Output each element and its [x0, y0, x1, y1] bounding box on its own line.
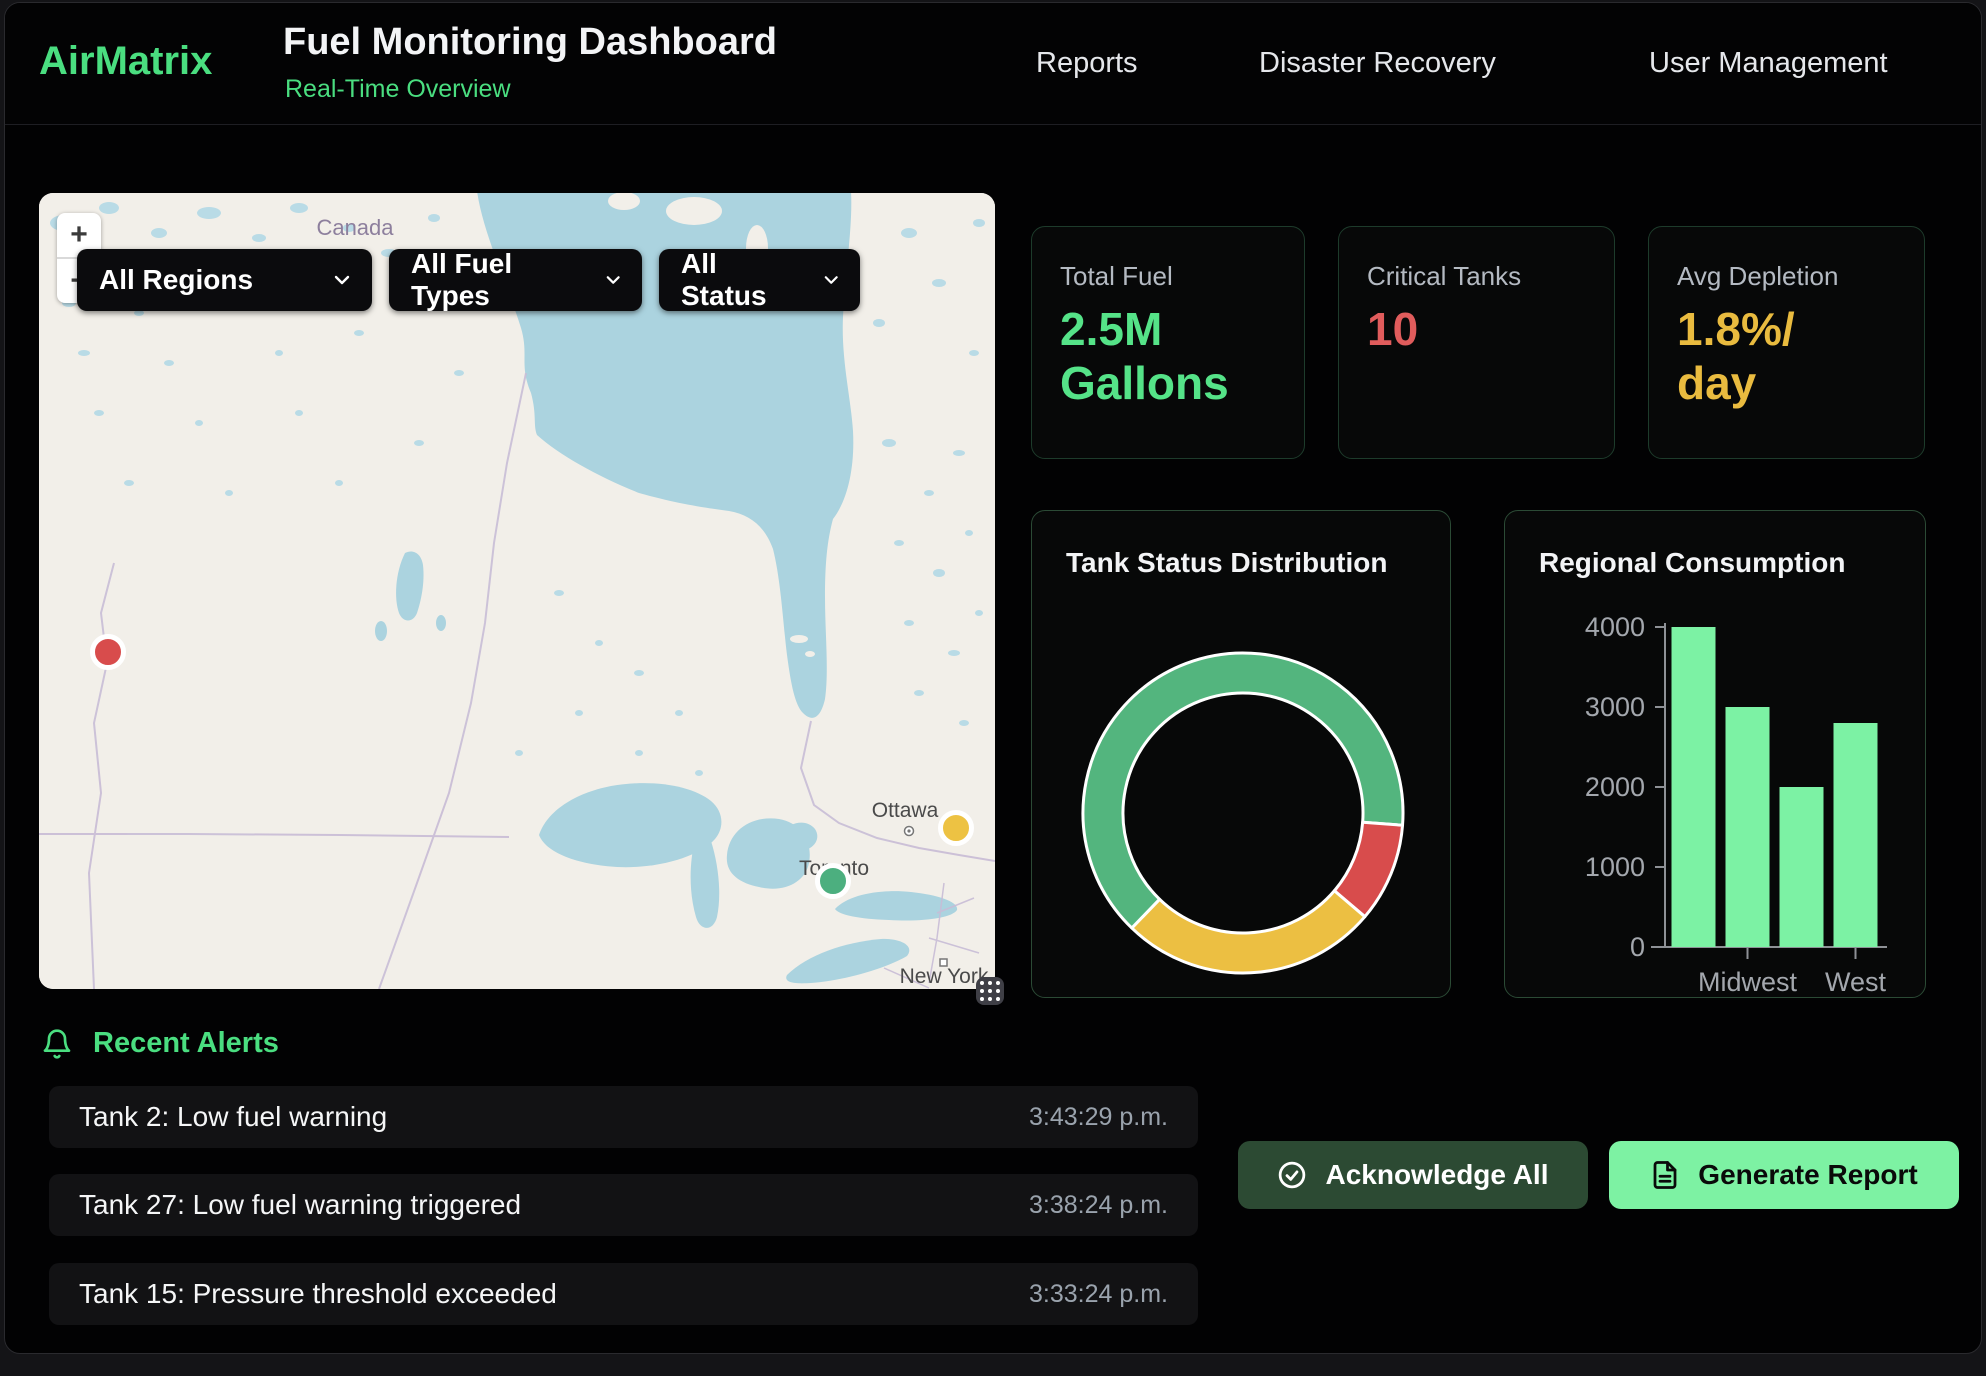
- stat-label: Total Fuel: [1060, 261, 1276, 292]
- region-filter-value: All Regions: [99, 264, 253, 296]
- map-marker-normal[interactable]: [818, 866, 849, 897]
- header: AirMatrix Fuel Monitoring Dashboard Real…: [5, 3, 1981, 125]
- map-island: [790, 635, 808, 643]
- page-subtitle: Real-Time Overview: [285, 75, 511, 104]
- alerts-title: Recent Alerts: [93, 1027, 279, 1060]
- acknowledge-all-label: Acknowledge All: [1325, 1159, 1548, 1191]
- brand-logo[interactable]: AirMatrix: [39, 39, 212, 84]
- dashboard-root: AirMatrix Fuel Monitoring Dashboard Real…: [4, 2, 1982, 1354]
- alerts-header: Recent Alerts: [41, 1027, 279, 1060]
- x-axis-tick-label: West: [1825, 967, 1887, 997]
- y-axis-tick-label: 3000: [1585, 692, 1645, 722]
- fuel-type-filter-dropdown[interactable]: All Fuel Types: [389, 249, 642, 311]
- y-axis-tick-label: 1000: [1585, 852, 1645, 882]
- bar-0[interactable]: [1672, 627, 1716, 947]
- map-drag-handle-icon[interactable]: [976, 977, 1004, 1005]
- alert-timestamp: 3:33:24 p.m.: [1029, 1280, 1168, 1309]
- map-town-dot-ottawa-core: [907, 829, 910, 832]
- stat-value: 10: [1367, 302, 1586, 356]
- stat-value: 1.8%/day: [1677, 302, 1809, 411]
- status-filter-value: All Status: [681, 248, 798, 312]
- y-axis-tick-label: 2000: [1585, 772, 1645, 802]
- map-label-ottawa: Ottawa: [872, 799, 939, 822]
- regional-consumption-card: Regional Consumption 01000200030004000Mi…: [1504, 510, 1926, 998]
- alert-row[interactable]: Tank 27: Low fuel warning triggered 3:38…: [49, 1174, 1198, 1236]
- stat-label: Avg Depletion: [1677, 261, 1896, 292]
- map-island: [805, 651, 815, 657]
- region-filter-dropdown[interactable]: All Regions: [77, 249, 372, 311]
- y-axis-tick-label: 4000: [1585, 612, 1645, 642]
- alert-row[interactable]: Tank 15: Pressure threshold exceeded 3:3…: [49, 1263, 1198, 1325]
- alert-row[interactable]: Tank 2: Low fuel warning 3:43:29 p.m.: [49, 1086, 1198, 1148]
- bar-2[interactable]: [1780, 787, 1824, 947]
- map-filters: All Regions All Fuel Types All Status: [77, 249, 860, 311]
- chevron-down-icon: [824, 275, 838, 285]
- stat-card-total-fuel: Total Fuel 2.5M Gallons: [1031, 226, 1305, 459]
- fuel-type-filter-value: All Fuel Types: [411, 248, 580, 312]
- document-icon: [1650, 1160, 1680, 1190]
- map-marker-warning[interactable]: [941, 813, 972, 844]
- alert-timestamp: 3:43:29 p.m.: [1029, 1103, 1168, 1132]
- bell-icon: [41, 1028, 73, 1060]
- stat-value: 2.5M Gallons: [1060, 302, 1276, 411]
- stat-card-avg-depletion: Avg Depletion 1.8%/day: [1648, 226, 1925, 459]
- map-label-canada: Canada: [316, 215, 394, 240]
- tank-status-card: Tank Status Distribution: [1031, 510, 1451, 998]
- alert-message: Tank 27: Low fuel warning triggered: [79, 1189, 521, 1221]
- tank-status-donut: [1032, 511, 1452, 997]
- acknowledge-all-button[interactable]: Acknowledge All: [1238, 1141, 1588, 1209]
- check-circle-icon: [1277, 1160, 1307, 1190]
- bar-1[interactable]: [1726, 707, 1770, 947]
- x-axis-tick-label: Midwest: [1698, 967, 1798, 997]
- regional-consumption-chart: 0 1000 2000 3000 4000 Midwest West: [1505, 511, 1927, 997]
- y-axis-tick-label: 0: [1630, 932, 1645, 962]
- bar-3[interactable]: [1834, 723, 1878, 947]
- map-canvas[interactable]: Canada Ottawa Toronto New York: [39, 193, 995, 989]
- alert-message: Tank 2: Low fuel warning: [79, 1101, 387, 1133]
- page-title: Fuel Monitoring Dashboard: [283, 21, 777, 64]
- map-island: [666, 197, 722, 225]
- nav-reports[interactable]: Reports: [1036, 47, 1138, 80]
- map-marker-critical[interactable]: [93, 637, 124, 668]
- chevron-down-icon: [334, 275, 350, 285]
- stat-card-critical-tanks: Critical Tanks 10: [1338, 226, 1615, 459]
- nav-user-management[interactable]: User Management: [1649, 47, 1888, 80]
- nav-disaster-recovery[interactable]: Disaster Recovery: [1259, 47, 1496, 80]
- status-filter-dropdown[interactable]: All Status: [659, 249, 860, 311]
- alert-message: Tank 15: Pressure threshold exceeded: [79, 1278, 557, 1310]
- chevron-down-icon: [606, 275, 620, 285]
- generate-report-label: Generate Report: [1698, 1159, 1917, 1191]
- generate-report-button[interactable]: Generate Report: [1609, 1141, 1959, 1209]
- stat-label: Critical Tanks: [1367, 261, 1586, 292]
- map-panel: Canada Ottawa Toronto New York: [39, 193, 995, 989]
- donut-segment-warning[interactable]: [1132, 891, 1365, 973]
- alert-timestamp: 3:38:24 p.m.: [1029, 1191, 1168, 1220]
